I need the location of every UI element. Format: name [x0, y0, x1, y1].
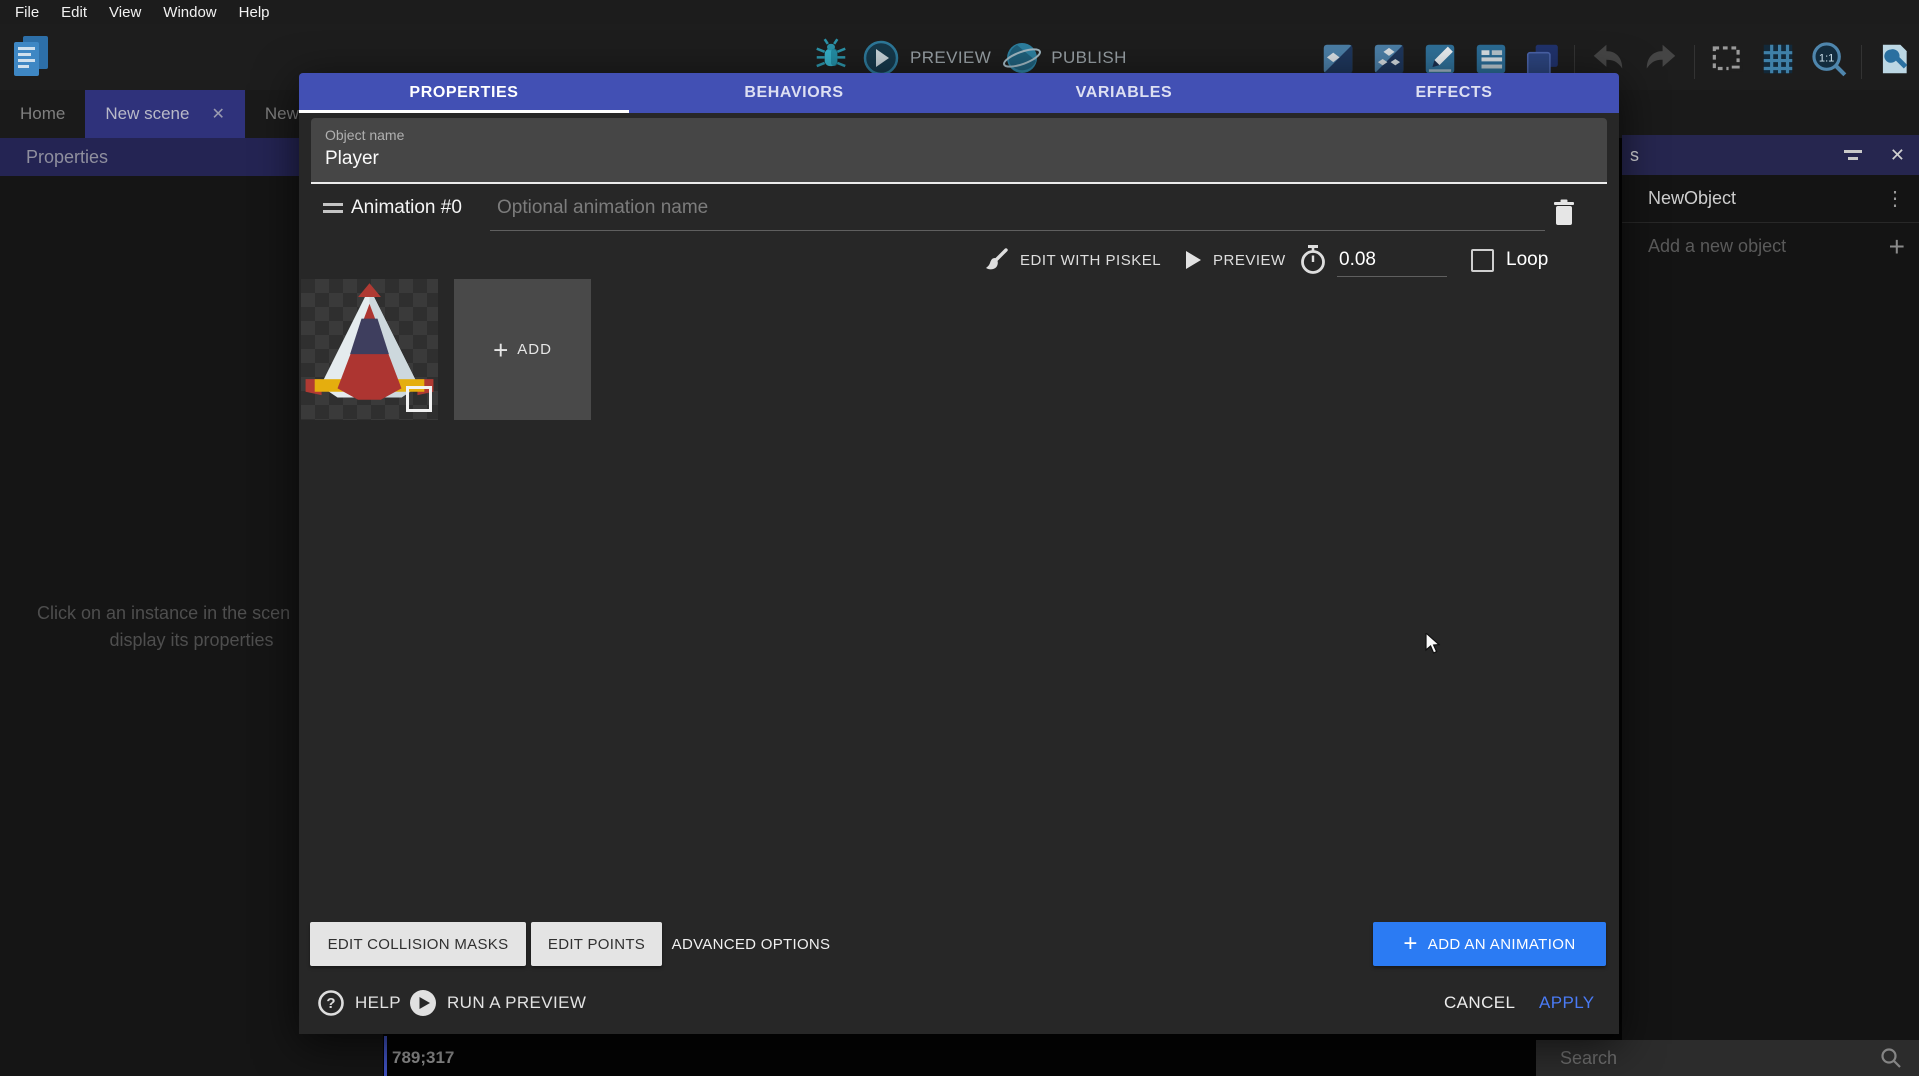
objects-panel	[1622, 135, 1919, 1040]
search-input[interactable]	[1558, 1047, 1879, 1070]
add-frame-button[interactable]: + ADD	[454, 279, 591, 420]
run-a-preview-label: RUN A PREVIEW	[447, 993, 586, 1013]
edit-with-piskel-button[interactable]: EDIT WITH PISKEL	[983, 243, 1161, 277]
tab-home[interactable]: Home	[0, 90, 85, 138]
add-object-plus-icon: +	[1889, 237, 1905, 257]
search-bar	[1536, 1040, 1919, 1076]
object-editor-dialog: PROPERTIES BEHAVIORS VARIABLES EFFECTS O…	[299, 73, 1619, 1034]
publish-label: PUBLISH	[1051, 48, 1127, 68]
publish-globe-icon	[1003, 39, 1041, 77]
menu-file[interactable]: File	[4, 4, 50, 21]
add-an-animation-label: ADD AN ANIMATION	[1428, 936, 1576, 953]
run-preview-icon	[409, 989, 437, 1017]
object-list-item[interactable]: NewObject ⋮	[1622, 175, 1919, 222]
drag-handle-icon[interactable]	[323, 203, 343, 213]
object-name-input[interactable]: Player	[325, 148, 379, 170]
preview-label: PREVIEW	[910, 48, 991, 68]
menu-view[interactable]: View	[98, 4, 152, 21]
sprite-frame-thumbnail[interactable]	[301, 279, 438, 420]
menu-window[interactable]: Window	[152, 4, 227, 21]
object-name-label: Object name	[325, 127, 404, 143]
svg-text:?: ?	[326, 995, 335, 1012]
tab-properties[interactable]: PROPERTIES	[299, 73, 629, 113]
plus-icon: +	[1403, 934, 1417, 954]
time-between-frames-field[interactable]: 0.08	[1299, 243, 1376, 277]
stopwatch-icon	[1299, 244, 1327, 276]
input-underline	[1337, 276, 1447, 277]
loop-checkbox[interactable]	[1471, 249, 1494, 272]
scene-properties-icon[interactable]	[1875, 40, 1913, 83]
preview-play-icon	[862, 39, 900, 77]
preview-button[interactable]: PREVIEW	[862, 39, 991, 77]
redo-icon[interactable]	[1641, 40, 1681, 83]
dialog-tab-bar: PROPERTIES BEHAVIORS VARIABLES EFFECTS	[299, 73, 1619, 113]
time-between-frames-input[interactable]: 0.08	[1339, 249, 1376, 271]
properties-empty-message-line1: Click on an instance in the scen	[37, 603, 290, 624]
advanced-options-button[interactable]: ADVANCED OPTIONS	[661, 922, 841, 966]
add-an-animation-button[interactable]: + ADD AN ANIMATION	[1373, 922, 1606, 966]
objects-panel-header: s ✕	[1622, 135, 1919, 175]
edit-points-button[interactable]: EDIT POINTS	[531, 922, 662, 966]
help-label: HELP	[355, 993, 401, 1013]
active-tab-indicator	[299, 110, 629, 113]
add-new-object-label: Add a new object	[1648, 236, 1786, 257]
tab-new-scene[interactable]: New scene ✕	[85, 90, 245, 138]
edit-with-piskel-label: EDIT WITH PISKEL	[1020, 252, 1161, 269]
clear-selection-icon[interactable]	[1708, 40, 1746, 83]
frame-selection-box[interactable]	[406, 386, 432, 412]
animation-title: Animation #0	[351, 197, 462, 219]
tab-home-label: Home	[20, 104, 65, 124]
object-item-label: NewObject	[1648, 188, 1736, 209]
project-manager-icon[interactable]	[10, 34, 52, 85]
edit-collision-masks-button[interactable]: EDIT COLLISION MASKS	[310, 922, 526, 966]
tab-new-partial-label: New	[265, 104, 299, 124]
mouse-cursor	[1425, 633, 1445, 660]
tab-close-icon[interactable]: ✕	[211, 104, 224, 124]
menu-bar: File Edit View Window Help	[0, 0, 1919, 24]
run-a-preview-button[interactable]: RUN A PREVIEW	[409, 985, 586, 1021]
tab-new-scene-label: New scene	[105, 104, 189, 124]
apply-button[interactable]: APPLY	[1539, 985, 1595, 1021]
zoom-ratio-label: 1:1	[1819, 52, 1834, 64]
publish-button[interactable]: PUBLISH	[1003, 39, 1127, 77]
tab-behaviors[interactable]: BEHAVIORS	[629, 73, 959, 113]
delete-animation-icon[interactable]	[1551, 198, 1577, 233]
input-underline	[490, 230, 1545, 231]
toolbar-separator	[1694, 45, 1695, 79]
add-frame-label: ADD	[517, 341, 552, 358]
zoom-original-icon[interactable]: 1:1	[1810, 40, 1848, 83]
help-icon: ?	[317, 989, 345, 1017]
tab-effects[interactable]: EFFECTS	[1289, 73, 1619, 113]
search-icon[interactable]	[1879, 1046, 1903, 1070]
toolbar-separator	[1861, 45, 1862, 79]
help-button[interactable]: ? HELP	[317, 985, 401, 1021]
loop-label: Loop	[1506, 249, 1548, 271]
apply-label: APPLY	[1539, 993, 1595, 1013]
object-item-menu-icon[interactable]: ⋮	[1885, 186, 1905, 211]
animation-preview-label: PREVIEW	[1213, 252, 1286, 269]
brush-icon	[983, 247, 1009, 273]
objects-panel-title-fragment: s	[1630, 145, 1639, 166]
animation-preview-button[interactable]: PREVIEW	[1183, 243, 1286, 277]
animation-name-input[interactable]: Optional animation name	[497, 197, 1543, 219]
properties-panel-title: Properties	[26, 147, 108, 168]
grid-icon[interactable]	[1759, 40, 1797, 83]
add-new-object-row[interactable]: Add a new object +	[1622, 223, 1919, 270]
tab-variables[interactable]: VARIABLES	[959, 73, 1289, 113]
filter-icon[interactable]	[1844, 150, 1862, 160]
panel-splitter[interactable]	[384, 1036, 387, 1076]
menu-help[interactable]: Help	[228, 4, 281, 21]
menu-edit[interactable]: Edit	[50, 4, 98, 21]
cancel-button[interactable]: CANCEL	[1444, 985, 1515, 1021]
cancel-label: CANCEL	[1444, 993, 1515, 1013]
plus-icon: +	[493, 340, 508, 360]
object-name-field[interactable]: Object name Player	[311, 118, 1607, 184]
close-panel-icon[interactable]: ✕	[1890, 145, 1905, 166]
play-icon	[1183, 249, 1203, 271]
cursor-coordinates: 789;317	[392, 1048, 454, 1068]
